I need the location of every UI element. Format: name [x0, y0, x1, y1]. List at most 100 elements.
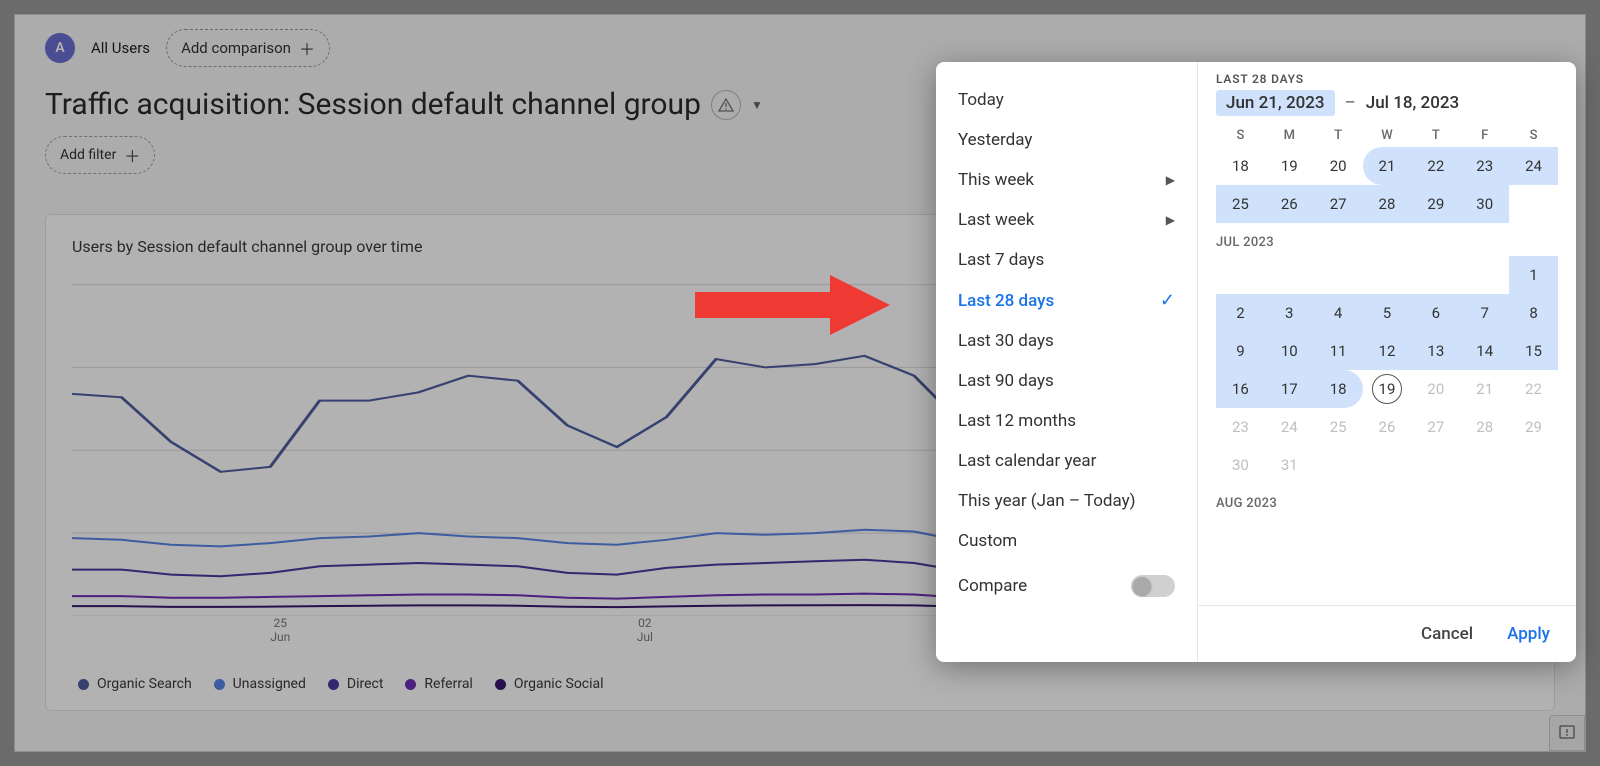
- calendar-day: 26: [1363, 408, 1412, 446]
- calendar-day: 21: [1460, 370, 1509, 408]
- preset-option[interactable]: This week▶: [936, 160, 1197, 200]
- calendar-day[interactable]: 28: [1363, 185, 1412, 223]
- range-end-date[interactable]: Jul 18, 2023: [1366, 93, 1459, 113]
- calendar-day: [1265, 256, 1314, 294]
- add-comparison-label: Add comparison: [181, 39, 291, 57]
- calendar-day[interactable]: 19: [1363, 370, 1412, 408]
- calendar-day[interactable]: 1: [1509, 256, 1558, 294]
- calendar-body[interactable]: 18192021222324252627282930JUL 2023123456…: [1198, 147, 1576, 605]
- compare-row: Compare: [936, 561, 1197, 611]
- legend-label: Referral: [424, 676, 472, 692]
- preset-list: TodayYesterdayThis week▶Last week▶Last 7…: [936, 62, 1198, 662]
- preset-option[interactable]: Today: [936, 80, 1197, 120]
- calendar-day[interactable]: 20: [1314, 147, 1363, 185]
- calendar-day[interactable]: 27: [1314, 185, 1363, 223]
- calendar-day: [1216, 256, 1265, 294]
- calendar-day[interactable]: 9: [1216, 332, 1265, 370]
- preset-option[interactable]: This year (Jan – Today): [936, 481, 1197, 521]
- range-start-date[interactable]: Jun 21, 2023: [1216, 90, 1335, 116]
- preset-option[interactable]: Last calendar year: [936, 441, 1197, 481]
- chart-legend: Organic Search Unassigned Direct Referral Or…: [72, 676, 1528, 692]
- calendar-day: [1363, 256, 1412, 294]
- calendar-day[interactable]: 18: [1314, 370, 1363, 408]
- segment-label[interactable]: All Users: [91, 39, 150, 57]
- preset-option[interactable]: Last 30 days: [936, 321, 1197, 361]
- calendar-day[interactable]: 8: [1509, 294, 1558, 332]
- calendar-day[interactable]: 15: [1509, 332, 1558, 370]
- calendar-day[interactable]: 26: [1265, 185, 1314, 223]
- legend-item[interactable]: Organic Search: [78, 676, 192, 692]
- legend-item[interactable]: Direct: [328, 676, 384, 692]
- preset-option[interactable]: Last 7 days: [936, 240, 1197, 280]
- calendar-day: [1460, 256, 1509, 294]
- calendar-day[interactable]: 12: [1363, 332, 1412, 370]
- preset-option[interactable]: Last week▶: [936, 200, 1197, 240]
- calendar-day: 24: [1265, 408, 1314, 446]
- compare-label: Compare: [958, 576, 1027, 596]
- legend-label: Unassigned: [233, 676, 306, 692]
- preset-option[interactable]: Last 90 days: [936, 361, 1197, 401]
- calendar-day[interactable]: 22: [1411, 147, 1460, 185]
- calendar-day[interactable]: 19: [1265, 147, 1314, 185]
- calendar-day[interactable]: 18: [1216, 147, 1265, 185]
- month-label: JUL 2023: [1216, 235, 1558, 250]
- calendar-day: [1411, 256, 1460, 294]
- calendar-day[interactable]: 13: [1411, 332, 1460, 370]
- calendar-day[interactable]: 29: [1411, 185, 1460, 223]
- dow-label: F: [1460, 128, 1509, 143]
- calendar-day: 30: [1216, 446, 1265, 484]
- day-of-week-header: SMTWTFS: [1198, 124, 1576, 147]
- warning-icon[interactable]: [711, 90, 741, 120]
- calendar-day[interactable]: 6: [1411, 294, 1460, 332]
- preset-option[interactable]: Last 12 months: [936, 401, 1197, 441]
- chevron-right-icon: ▶: [1166, 173, 1175, 187]
- calendar-day[interactable]: 11: [1314, 332, 1363, 370]
- check-icon: ✓: [1160, 290, 1175, 311]
- dow-label: S: [1509, 128, 1558, 143]
- add-filter-button[interactable]: Add filter ＋: [45, 136, 155, 174]
- calendar-day[interactable]: 16: [1216, 370, 1265, 408]
- chevron-down-icon[interactable]: ▼: [751, 98, 763, 112]
- month-label: AUG 2023: [1216, 496, 1558, 511]
- cancel-button[interactable]: Cancel: [1413, 618, 1481, 650]
- x-axis-tick: 25Jun: [270, 616, 290, 645]
- preset-option[interactable]: Last 28 days✓: [936, 280, 1197, 321]
- preset-option[interactable]: Custom: [936, 521, 1197, 561]
- apply-button[interactable]: Apply: [1499, 618, 1558, 650]
- calendar-day: [1509, 185, 1558, 223]
- calendar-day[interactable]: 21: [1363, 147, 1412, 185]
- calendar-day: 27: [1411, 408, 1460, 446]
- calendar-day[interactable]: 14: [1460, 332, 1509, 370]
- calendar-day[interactable]: 17: [1265, 370, 1314, 408]
- legend-item[interactable]: Unassigned: [214, 676, 306, 692]
- dow-label: S: [1216, 128, 1265, 143]
- calendar-day[interactable]: 10: [1265, 332, 1314, 370]
- segment-chip[interactable]: A: [45, 33, 75, 63]
- calendar-day: 28: [1460, 408, 1509, 446]
- calendar-day: 20: [1411, 370, 1460, 408]
- calendar-day[interactable]: 5: [1363, 294, 1412, 332]
- annotation-arrow-icon: [695, 270, 895, 340]
- range-separator: –: [1345, 93, 1356, 113]
- legend-color-dot: [405, 679, 416, 690]
- calendar-day[interactable]: 2: [1216, 294, 1265, 332]
- preset-option[interactable]: Yesterday: [936, 120, 1197, 160]
- x-axis-tick: 02Jul: [637, 616, 653, 645]
- calendar-day[interactable]: 25: [1216, 185, 1265, 223]
- plus-icon: ＋: [124, 143, 140, 167]
- calendar-day[interactable]: 30: [1460, 185, 1509, 223]
- calendar-day[interactable]: 3: [1265, 294, 1314, 332]
- calendar-day[interactable]: 7: [1460, 294, 1509, 332]
- compare-toggle[interactable]: [1131, 575, 1175, 597]
- calendar-day[interactable]: 23: [1460, 147, 1509, 185]
- legend-item[interactable]: Organic Social: [495, 676, 604, 692]
- legend-color-dot: [78, 679, 89, 690]
- calendar-day[interactable]: 4: [1314, 294, 1363, 332]
- feedback-icon[interactable]: [1549, 715, 1585, 751]
- add-comparison-button[interactable]: Add comparison ＋: [166, 29, 330, 67]
- legend-item[interactable]: Referral: [405, 676, 472, 692]
- range-label: LAST 28 DAYS: [1216, 72, 1558, 86]
- calendar-day[interactable]: 24: [1509, 147, 1558, 185]
- dow-label: W: [1363, 128, 1412, 143]
- chevron-right-icon: ▶: [1166, 213, 1175, 227]
